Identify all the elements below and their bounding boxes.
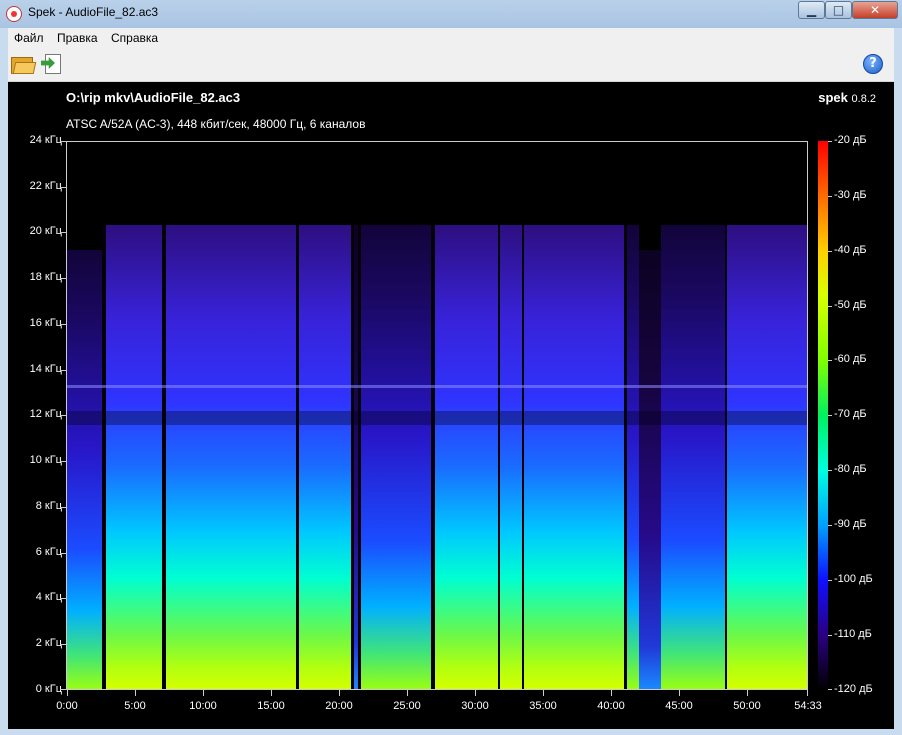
db-tick-label: -30 дБ [834, 189, 867, 201]
window-title: Spek - AudioFile_82.ac3 [28, 5, 159, 19]
y-tick-label: 6 кГц [35, 546, 62, 558]
x-tick-label: 15:00 [257, 700, 285, 712]
spek-window: Spek - AudioFile_82.ac3 ▁ □ ✕ Файл Правк… [0, 0, 902, 735]
db-tick-label: -50 дБ [834, 299, 867, 311]
spek-app-icon [6, 6, 22, 22]
y-tick-label: 12 кГц [29, 408, 62, 420]
close-button[interactable]: ✕ [852, 1, 898, 19]
y-tick-label: 20 кГц [29, 225, 62, 237]
x-tick-label: 10:00 [189, 700, 217, 712]
x-tick-label: 0:00 [56, 700, 78, 712]
db-tick-label: -100 дБ [834, 573, 873, 585]
toolbar: ? [8, 48, 894, 82]
db-tick-label: -70 дБ [834, 408, 867, 420]
x-tick-label: 45:00 [665, 700, 693, 712]
x-tick-label: 54:33 [794, 700, 822, 712]
y-tick-label: 22 кГц [29, 180, 62, 192]
y-tick-label: 4 кГц [35, 591, 62, 603]
y-tick-label: 2 кГц [35, 637, 62, 649]
db-tick-label: -80 дБ [834, 463, 867, 475]
db-tick-label: -120 дБ [834, 683, 873, 695]
y-tick-label: 18 кГц [29, 271, 62, 283]
maximize-button[interactable]: □ [825, 1, 852, 19]
open-folder-icon[interactable] [11, 54, 37, 74]
spectrogram-view: O:\rip mkv\AudioFile_82.ac3 spek 0.8.2 A… [8, 82, 894, 729]
x-tick-label: 40:00 [597, 700, 625, 712]
db-tick-label: -90 дБ [834, 518, 867, 530]
menu-edit[interactable]: Правка [57, 31, 98, 45]
x-tick-label: 30:00 [461, 700, 489, 712]
save-image-icon[interactable] [41, 53, 65, 75]
spek-version-label: spek 0.8.2 [818, 90, 876, 105]
db-tick-label: -60 дБ [834, 353, 867, 365]
y-tick-label: 24 кГц [29, 134, 62, 146]
x-tick-label: 50:00 [733, 700, 761, 712]
spectrogram-plot [66, 141, 808, 690]
x-tick-label: 25:00 [393, 700, 421, 712]
minimize-button[interactable]: ▁ [798, 1, 825, 19]
menu-help[interactable]: Справка [111, 31, 158, 45]
y-tick-label: 14 кГц [29, 363, 62, 375]
help-icon[interactable]: ? [863, 54, 883, 74]
menu-bar: Файл Правка Справка [8, 28, 894, 48]
y-tick-label: 16 кГц [29, 317, 62, 329]
x-tick-label: 20:00 [325, 700, 353, 712]
16khz-band [66, 385, 808, 388]
y-tick-label: 10 кГц [29, 454, 62, 466]
title-bar[interactable]: Spek - AudioFile_82.ac3 ▁ □ ✕ [0, 0, 902, 28]
db-color-scale [818, 141, 828, 690]
y-tick-label: 0 кГц [35, 683, 62, 695]
db-tick-label: -40 дБ [834, 244, 867, 256]
x-tick-label: 5:00 [124, 700, 146, 712]
file-path-title: O:\rip mkv\AudioFile_82.ac3 [66, 90, 241, 105]
menu-file[interactable]: Файл [14, 31, 44, 45]
stream-info: ATSC A/52A (AC-3), 448 кбит/сек, 48000 Г… [66, 117, 366, 131]
lowpass-shadow [66, 411, 808, 425]
db-tick-label: -110 дБ [834, 628, 872, 640]
y-tick-label: 8 кГц [35, 500, 62, 512]
x-tick-label: 35:00 [529, 700, 557, 712]
db-tick-label: -20 дБ [834, 134, 867, 146]
